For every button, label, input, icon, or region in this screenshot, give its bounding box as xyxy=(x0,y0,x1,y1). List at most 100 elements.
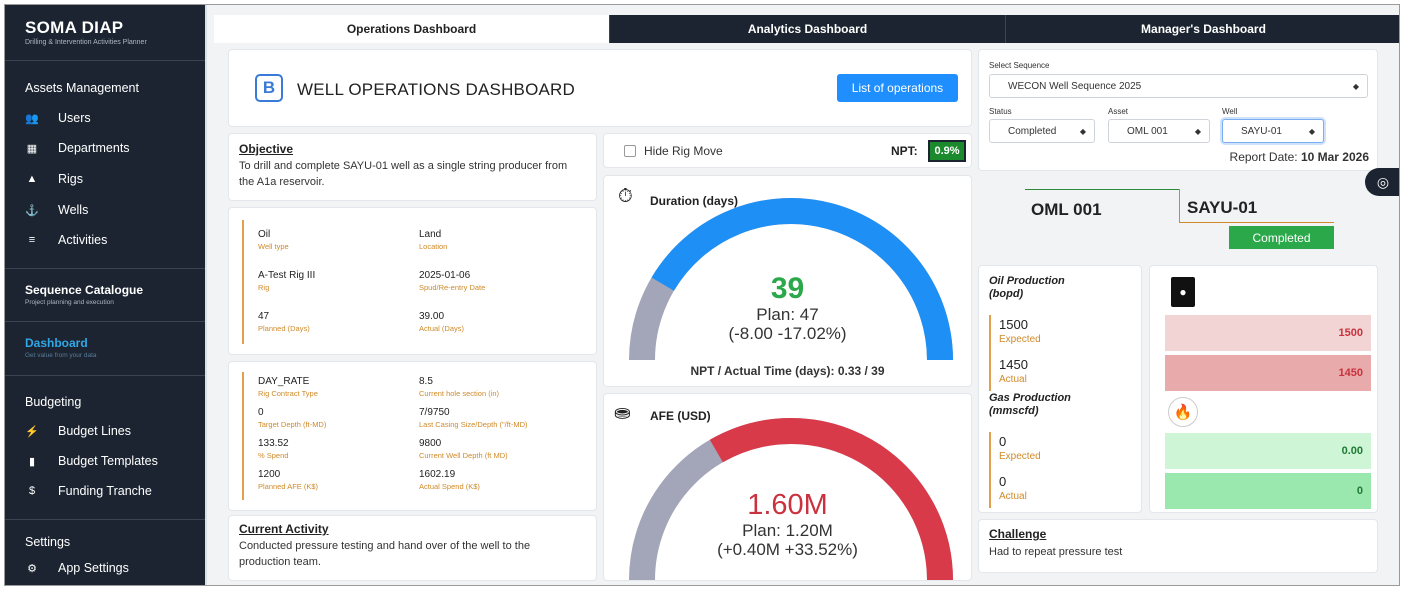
info-percent-spend: 133.52% Spend xyxy=(258,438,289,460)
gas-unit: (mmscfd) xyxy=(989,405,1039,417)
report-date: Report Date: 10 Mar 2026 xyxy=(1230,150,1369,164)
objective-text: To drill and complete SAYU-01 well as a … xyxy=(239,160,568,188)
gas-title: Gas Production xyxy=(989,392,1071,404)
current-activity-card: Current Activity Conducted pressure test… xyxy=(228,515,597,581)
divider xyxy=(5,519,207,520)
badge-well: SAYU-01 xyxy=(1187,198,1258,217)
rig-icon: ▲ xyxy=(26,173,38,185)
info-current-depth: 9800 Current Well Depth (ft MD) xyxy=(419,438,508,460)
duration-actual: 39 xyxy=(770,272,805,305)
bolt-icon: ⚡ xyxy=(25,425,39,438)
brand: SOMA DIAP Drilling & Intervention Activi… xyxy=(25,18,147,46)
sidebar-item-label: Budget Templates xyxy=(58,454,158,468)
afe-variance: (+0.40M +33.52%) xyxy=(717,540,858,559)
sidebar-item-rigs[interactable]: ▲ Rigs xyxy=(25,172,83,186)
sidebar-item-label: Users xyxy=(58,111,91,125)
sidebar-item-budget-templates[interactable]: ▮ Budget Templates xyxy=(25,454,158,468)
divider xyxy=(5,60,207,61)
divider xyxy=(5,268,207,269)
sidebar-item-activities[interactable]: ≡ Activities xyxy=(25,233,108,247)
status-select-value: Completed xyxy=(1008,125,1057,137)
fingerprint-icon[interactable]: ◎ xyxy=(1365,168,1399,196)
challenge-text: Had to repeat pressure test xyxy=(989,546,1123,558)
sidebar-item-dashboard[interactable]: Dashboard Get value from your data xyxy=(25,336,97,359)
sort-icon: ◆ xyxy=(1308,126,1315,136)
app-title: SOMA DIAP xyxy=(25,18,124,37)
app-frame: SOMA DIAP Drilling & Intervention Activi… xyxy=(4,4,1400,586)
list-of-operations-button[interactable]: List of operations xyxy=(837,74,958,102)
page-title: WELL OPERATIONS DASHBOARD xyxy=(297,80,575,99)
tab-managers-dashboard[interactable]: Manager's Dashboard xyxy=(1005,15,1399,43)
well-select[interactable]: SAYU-01 ◆ xyxy=(1222,119,1324,143)
accent-bar xyxy=(989,315,991,391)
sort-icon: ◆ xyxy=(1352,81,1359,91)
sidebar-item-label: Funding Tranche xyxy=(58,484,152,498)
hide-rig-move-checkbox[interactable] xyxy=(624,145,636,157)
gas-expected-value: 0 xyxy=(999,434,1007,449)
dashboard-tabs: Operations Dashboard Analytics Dashboard… xyxy=(214,15,1399,43)
sidebar-item-sequence-catalogue[interactable]: Sequence Catalogue Project planning and … xyxy=(25,283,143,306)
sidebar-item-label: App Settings xyxy=(58,561,129,575)
sidebar-item-wells[interactable]: ⚓ Wells xyxy=(25,203,88,217)
challenge-title: Challenge xyxy=(989,527,1047,541)
sort-icon: ◆ xyxy=(1079,126,1086,136)
sidebar-item-sublabel: Project planning and execution xyxy=(25,299,114,306)
section-budgeting: Budgeting xyxy=(25,395,82,409)
report-date-value: 10 Mar 2026 xyxy=(1300,150,1369,164)
production-card: Oil Production (bopd) 1500 Expected 1450… xyxy=(978,265,1142,513)
npt-label: NPT: xyxy=(891,144,918,158)
sidebar-item-users[interactable]: 👥 Users xyxy=(25,111,91,125)
duration-plan: Plan: 47 xyxy=(756,305,819,324)
sidebar: SOMA DIAP Drilling & Intervention Activi… xyxy=(5,5,207,585)
info-rig-contract: DAY_RATE Rig Contract Type xyxy=(258,376,318,398)
sort-icon: ◆ xyxy=(1194,126,1201,136)
users-icon: 👥 xyxy=(25,112,39,125)
sidebar-item-funding-tranche[interactable]: $ Funding Tranche xyxy=(25,484,152,498)
info-actual-days: 39.00 Actual (Days) xyxy=(419,311,465,333)
sidebar-item-label: Budget Lines xyxy=(58,424,131,438)
sidebar-item-departments[interactable]: ▦ Departments xyxy=(25,141,130,155)
sidebar-item-label: Sequence Catalogue xyxy=(25,283,144,297)
afe-card: ⛂ AFE (USD) 1.60M Plan: 1.20M (+0.40M +3… xyxy=(603,393,972,581)
info-well-type: Oil Well type xyxy=(258,229,289,251)
app-subtitle: Drilling & Intervention Activities Plann… xyxy=(25,39,147,46)
tab-operations-dashboard[interactable]: Operations Dashboard xyxy=(214,15,609,43)
info-spud-date: 2025-01-06 Spud/Re-entry Date xyxy=(419,270,486,292)
info-target-depth: 0 Target Depth (ft-MD) xyxy=(258,407,327,429)
afe-actual: 1.60M xyxy=(747,489,828,521)
info-location: Land Location xyxy=(419,229,448,251)
sidebar-border xyxy=(205,5,207,585)
status-select[interactable]: Completed ◆ xyxy=(989,119,1095,143)
npt-badge: 0.9% xyxy=(928,140,966,162)
oil-actual-bar: 1450 xyxy=(1165,355,1371,391)
afe-plan: Plan: 1.20M xyxy=(742,521,833,540)
gas-actual-value: 0 xyxy=(999,474,1007,489)
divider xyxy=(5,321,207,322)
oil-actual-label: Actual xyxy=(999,374,1027,385)
asset-select[interactable]: OML 001 ◆ xyxy=(1108,119,1210,143)
challenge-card: Challenge Had to repeat pressure test xyxy=(978,519,1378,573)
info-hole-section: 8.5 Current hole section (in) xyxy=(419,376,500,398)
dollar-icon: $ xyxy=(28,485,36,497)
oil-expected-value: 1500 xyxy=(999,317,1028,332)
header-card: B WELL OPERATIONS DASHBOARD List of oper… xyxy=(228,49,972,127)
cost-info-card: DAY_RATE Rig Contract Type 8.5 Current hol… xyxy=(228,361,597,511)
asset-label: Asset xyxy=(1108,107,1129,116)
info-planned-days: 47 Planned (Days) xyxy=(258,311,310,333)
current-activity-text: Conducted pressure testing and hand over… xyxy=(239,540,531,568)
status-label: Status xyxy=(989,107,1012,116)
sequence-select[interactable]: WECON Well Sequence 2025 ◆ xyxy=(989,74,1368,98)
sequence-label: Select Sequence xyxy=(989,61,1050,70)
gas-actual-bar: 0 xyxy=(1165,473,1371,509)
tab-analytics-dashboard[interactable]: Analytics Dashboard xyxy=(609,15,1005,43)
hide-rig-move-label: Hide Rig Move xyxy=(644,144,723,158)
current-activity-title: Current Activity xyxy=(239,522,329,536)
well-info-card: Oil Well type Land Location A-Test Rig III… xyxy=(228,207,597,355)
accent-bar xyxy=(989,432,991,508)
objective-card: Objective To drill and complete SAYU-01 … xyxy=(228,133,597,201)
sidebar-item-app-settings[interactable]: ⚙ App Settings xyxy=(25,561,129,575)
sidebar-item-budget-lines[interactable]: ⚡ Budget Lines xyxy=(25,424,131,438)
objective-title: Objective xyxy=(239,142,294,156)
sequence-select-value: WECON Well Sequence 2025 xyxy=(1008,80,1142,92)
gear-icon: ⚙ xyxy=(27,562,37,575)
